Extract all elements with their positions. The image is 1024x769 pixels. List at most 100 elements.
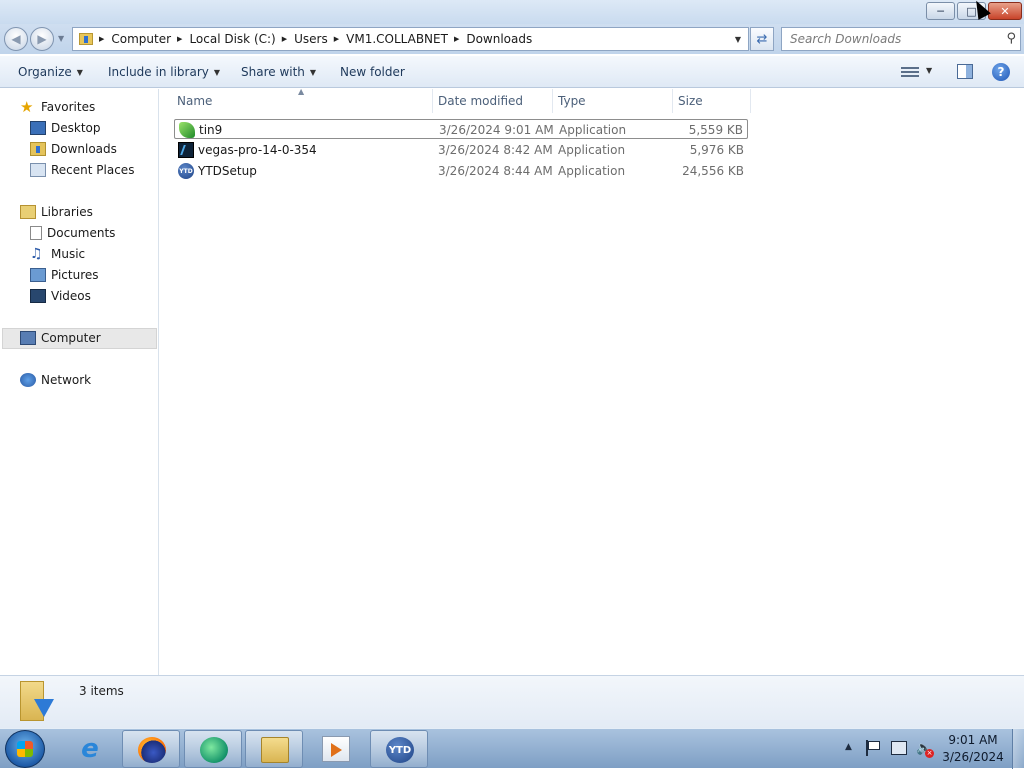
nav-favorites[interactable]: ★ Favorites xyxy=(20,97,95,117)
system-clock[interactable]: 9:01 AM 3/26/2024 xyxy=(940,732,1006,766)
file-name: vegas-pro-14-0-354 xyxy=(198,143,317,157)
show-hidden-icons-icon[interactable]: ▲ xyxy=(845,742,852,752)
column-header-date-modified[interactable]: Date modified xyxy=(438,89,523,113)
volume-muted-icon[interactable]: 🔈 × xyxy=(916,741,934,758)
windows-logo-icon xyxy=(17,741,33,757)
nav-libraries[interactable]: Libraries xyxy=(20,202,93,222)
breadcrumb-separator-icon[interactable]: ▶ xyxy=(99,35,104,43)
view-options-dropdown-icon[interactable]: ▼ xyxy=(926,66,932,75)
tin9-icon xyxy=(179,122,195,138)
change-view-icon[interactable] xyxy=(901,65,919,79)
sort-ascending-icon: ▲ xyxy=(298,87,305,96)
breadcrumb-separator-icon[interactable]: ▶ xyxy=(282,35,287,43)
address-row: ◀ ▶ ▼ ▶ Computer ▶ Local Disk (C:) ▶ Use… xyxy=(0,24,1024,54)
taskbar-internet-explorer[interactable]: e xyxy=(61,730,119,768)
clock-date: 3/26/2024 xyxy=(942,750,1004,764)
column-header-size[interactable]: Size xyxy=(678,89,703,113)
address-dropdown-icon[interactable]: ▼ xyxy=(730,28,746,50)
file-size: 5,559 KB xyxy=(688,123,743,137)
nav-desktop-label: Desktop xyxy=(51,121,101,135)
breadcrumb-separator-icon[interactable]: ▶ xyxy=(334,35,339,43)
close-icon: ✕ xyxy=(1000,4,1010,18)
column-divider[interactable] xyxy=(672,89,673,113)
breadcrumb-local-disk[interactable]: Local Disk (C:) xyxy=(189,32,275,46)
preview-pane-icon[interactable] xyxy=(957,64,973,79)
file-size: 5,976 KB xyxy=(689,143,744,157)
share-with-button[interactable]: Share with ▼ xyxy=(241,56,316,88)
organize-button[interactable]: Organize ▼ xyxy=(18,56,83,88)
breadcrumb-user-folder[interactable]: VM1.COLLABNET xyxy=(346,32,448,46)
column-divider[interactable] xyxy=(552,89,553,113)
breadcrumb-computer[interactable]: Computer xyxy=(111,32,171,46)
back-arrow-icon: ◀ xyxy=(11,32,21,46)
column-divider[interactable] xyxy=(432,89,433,113)
nav-recent-places[interactable]: Recent Places xyxy=(30,160,134,180)
nav-downloads-label: Downloads xyxy=(51,142,117,156)
share-with-label: Share with xyxy=(241,65,305,79)
refresh-button[interactable]: ⇄ xyxy=(750,27,774,51)
breadcrumb-separator-icon[interactable]: ▶ xyxy=(177,35,182,43)
breadcrumb-separator-icon[interactable]: ▶ xyxy=(454,35,459,43)
file-date-modified: 3/26/2024 8:42 AM xyxy=(438,143,553,157)
nav-libraries-label: Libraries xyxy=(41,205,93,219)
close-button[interactable]: ✕ xyxy=(988,2,1022,20)
star-icon: ★ xyxy=(20,98,34,116)
column-header-name[interactable]: Name xyxy=(177,89,212,113)
search-input[interactable] xyxy=(788,30,998,48)
file-date-modified: 3/26/2024 8:44 AM xyxy=(438,164,553,178)
breadcrumb-users[interactable]: Users xyxy=(294,32,328,46)
nav-documents[interactable]: Documents xyxy=(30,223,115,243)
file-type: Application xyxy=(558,143,626,157)
downloads-folder-icon xyxy=(79,33,93,45)
nav-computer-label: Computer xyxy=(41,331,101,345)
action-center-flag-icon[interactable] xyxy=(866,740,880,756)
refresh-icon: ⇄ xyxy=(756,31,768,47)
taskbar-firefox[interactable] xyxy=(122,730,180,768)
table-row[interactable]: tin9 3/26/2024 9:01 AM Application 5,559… xyxy=(174,119,748,139)
nav-downloads[interactable]: Downloads xyxy=(30,139,117,159)
organize-label: Organize xyxy=(18,65,72,79)
forward-button[interactable]: ▶ xyxy=(30,27,54,51)
file-type: Application xyxy=(559,123,627,137)
breadcrumb-downloads[interactable]: Downloads xyxy=(466,32,532,46)
minimize-button[interactable]: ─ xyxy=(926,2,955,20)
table-row[interactable]: vegas-pro-14-0-354 3/26/2024 8:42 AM App… xyxy=(174,140,748,160)
downloads-folder-icon xyxy=(30,142,46,156)
minimize-icon: ─ xyxy=(937,4,944,18)
start-button[interactable] xyxy=(5,730,45,768)
nav-pictures[interactable]: Pictures xyxy=(30,265,99,285)
nav-computer[interactable]: Computer xyxy=(20,328,101,348)
back-button[interactable]: ◀ xyxy=(4,27,28,51)
taskbar-tin9[interactable] xyxy=(184,730,242,768)
network-status-icon[interactable] xyxy=(891,741,907,755)
nav-videos[interactable]: Videos xyxy=(30,286,91,306)
taskbar-windows-explorer[interactable] xyxy=(245,730,303,768)
file-date-modified: 3/26/2024 9:01 AM xyxy=(439,123,554,137)
nav-network[interactable]: Network xyxy=(20,370,91,390)
nav-music[interactable]: ♫ Music xyxy=(30,244,85,264)
downloads-folder-icon xyxy=(20,681,54,723)
nav-recent-places-label: Recent Places xyxy=(51,163,135,177)
desktop-icon xyxy=(30,121,46,135)
include-in-library-button[interactable]: Include in library ▼ xyxy=(108,56,220,88)
show-desktop-button[interactable] xyxy=(1012,729,1024,769)
ytd-icon: YTD xyxy=(386,737,414,763)
recent-pages-dropdown[interactable]: ▼ xyxy=(58,34,64,43)
chevron-down-icon: ▼ xyxy=(76,67,83,77)
search-box[interactable]: ⚲ xyxy=(781,27,1021,51)
help-icon[interactable]: ? xyxy=(992,63,1010,81)
table-row[interactable]: YTD YTDSetup 3/26/2024 8:44 AM Applicati… xyxy=(174,161,748,181)
search-icon[interactable]: ⚲ xyxy=(1006,31,1016,46)
nav-desktop[interactable]: Desktop xyxy=(30,118,101,138)
column-header-type[interactable]: Type xyxy=(558,89,586,113)
recent-places-icon xyxy=(30,163,46,177)
new-folder-button[interactable]: New folder xyxy=(340,56,405,88)
command-bar: Organize ▼ Include in library ▼ Share with… xyxy=(0,56,1024,88)
taskbar-ytd[interactable]: YTD xyxy=(370,730,428,768)
address-bar[interactable]: ▶ Computer ▶ Local Disk (C:) ▶ Users ▶ V… xyxy=(72,27,749,51)
chevron-down-icon: ▼ xyxy=(213,67,221,77)
file-type: Application xyxy=(558,164,626,178)
nav-videos-label: Videos xyxy=(51,289,91,303)
taskbar-media-player[interactable] xyxy=(307,730,365,768)
column-divider[interactable] xyxy=(750,89,751,113)
